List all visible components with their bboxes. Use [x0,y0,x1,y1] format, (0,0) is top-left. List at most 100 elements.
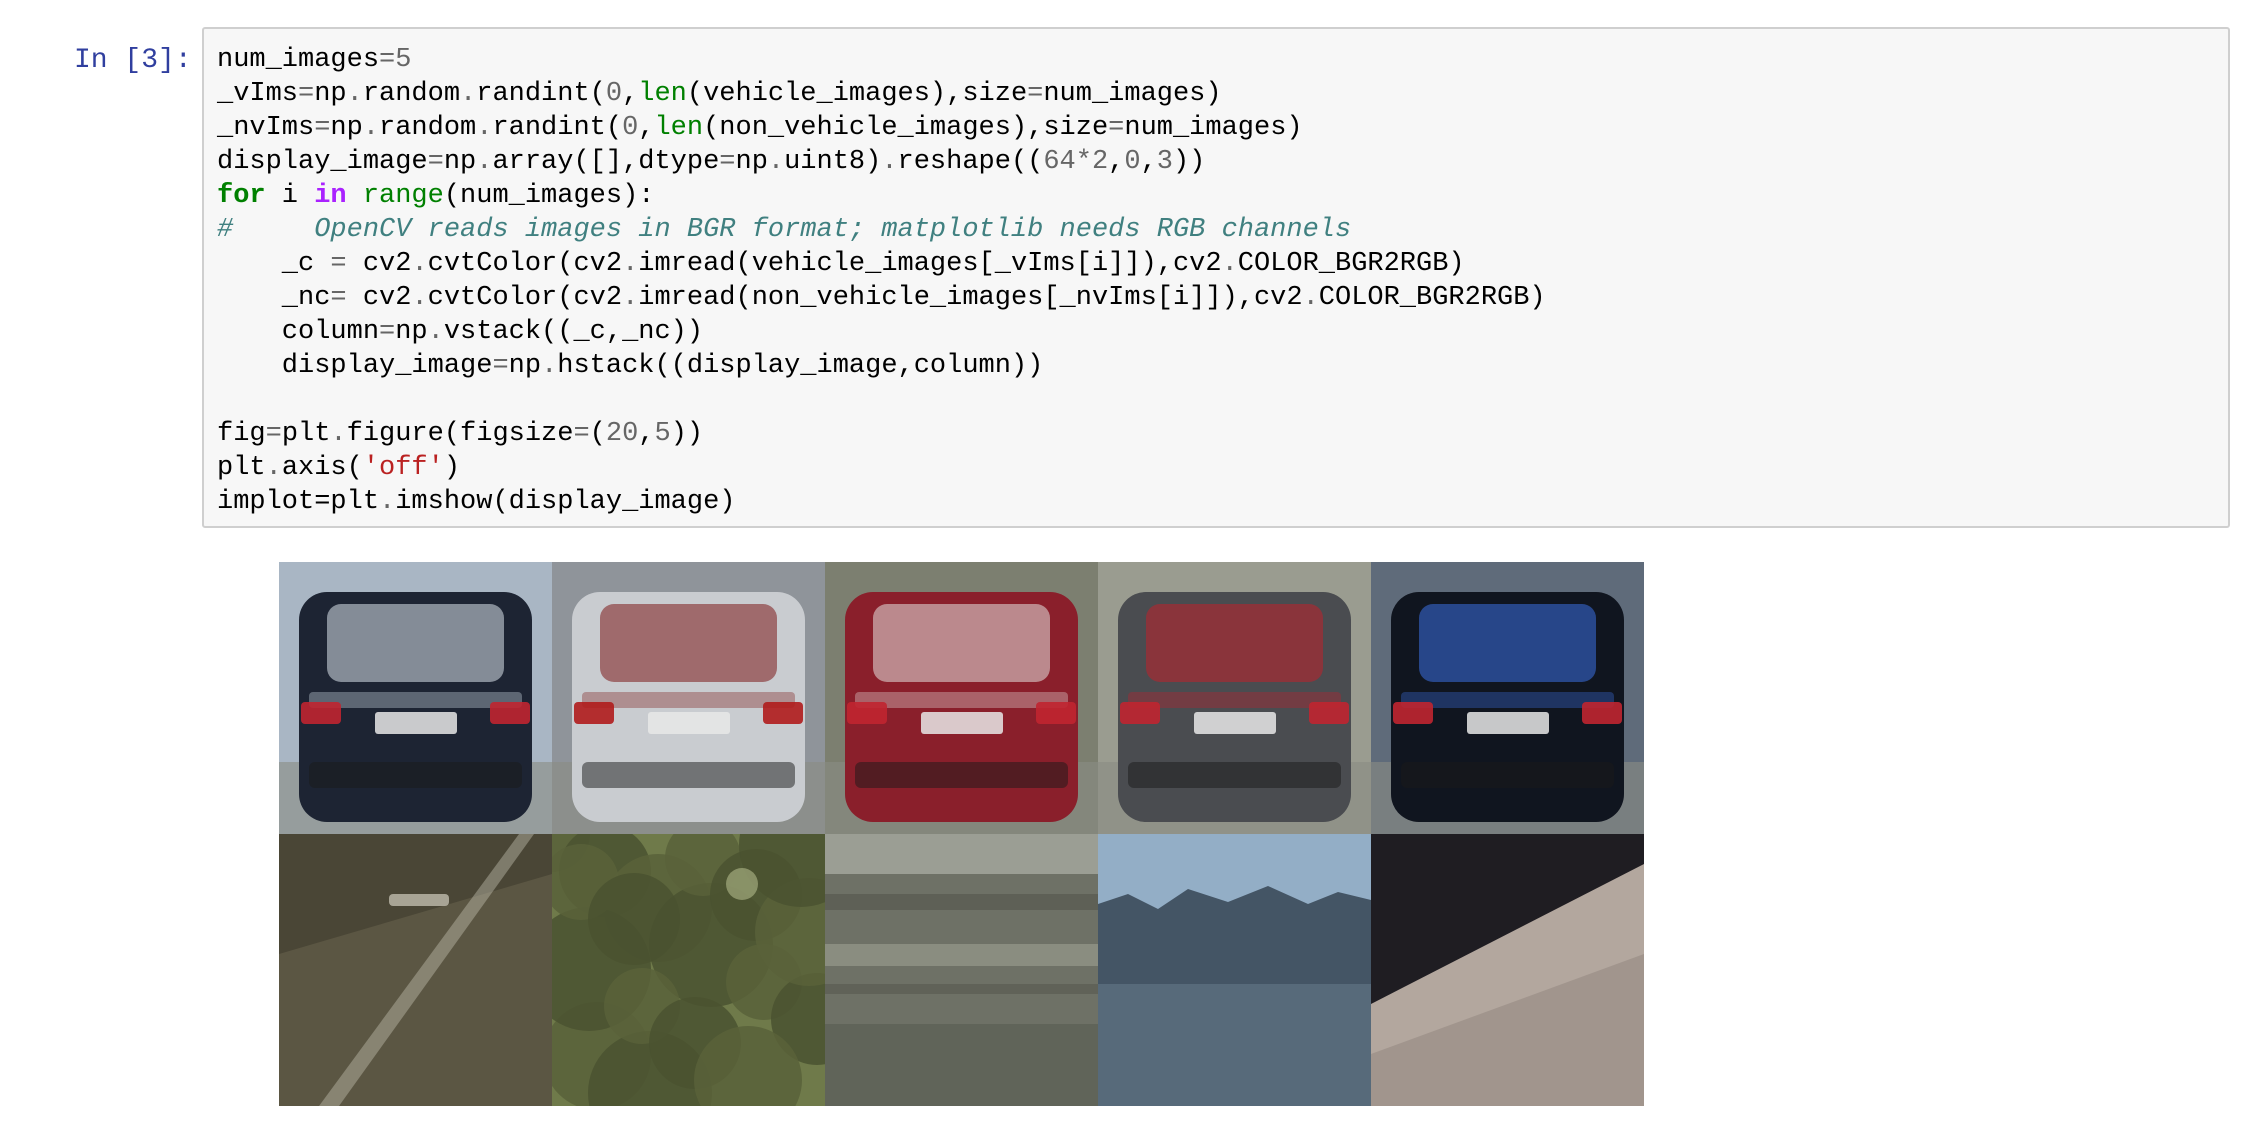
code-token: COLOR_BGR2RGB) [1237,249,1465,279]
code-token: fig [217,419,266,449]
code-token: = [1027,79,1044,109]
code-token: in [314,181,347,211]
code-token: 0 [622,113,639,143]
code-token: . [622,283,639,313]
code-token: = [427,147,444,177]
code-token: . [265,453,282,483]
code-token: , [638,113,655,143]
code-token: )) [670,419,704,449]
code-token: = [314,487,331,517]
code-token: np [508,351,542,381]
vehicle-tile-1 [279,562,552,834]
code-token: reshape(( [897,147,1044,177]
code-token: 5 [654,419,671,449]
code-token: * [1075,147,1092,177]
code-token: np [395,317,428,347]
code-token: . [427,317,444,347]
code-token: cvtColor(cv2 [427,249,623,279]
code-token: num_images) [1043,79,1222,109]
code-token: axis( [281,453,363,483]
non-vehicle-tile-5 [1371,834,1644,1106]
code-token: (non_vehicle_images),size [703,113,1109,143]
code-token: ( [589,419,606,449]
code-token: = [314,113,331,143]
code-token: cv2 [346,249,412,279]
code-token: 0 [1124,147,1141,177]
code-editor[interactable]: num_images=5 _vIms=np.random.randint(0,le… [217,43,1546,519]
image-grid [279,562,1644,1106]
code-token: . [330,419,347,449]
non-vehicle-tile-2 [552,834,825,1106]
code-token: = [573,419,590,449]
code-token: . [476,113,493,143]
code-token: 3 [1156,147,1173,177]
code-token: 2 [1091,147,1109,177]
vehicle-tile-4 [1098,562,1371,834]
code-line: column=np.vstack((_c,_nc)) [217,315,1546,349]
input-prompt: In [3]: [74,45,192,76]
code-token: random [362,79,461,109]
code-token: )) [1172,147,1206,177]
code-token: len [638,79,687,109]
code-token: . [379,487,396,517]
code-token: . [346,79,363,109]
code-token: _nc [217,283,331,313]
code-token: (vehicle_images),size [686,79,1028,109]
code-token: randint( [476,79,606,109]
code-token: . [767,147,785,177]
code-token: num_images) [1124,113,1303,143]
code-token: 'off' [362,453,444,483]
code-token: , [1108,147,1125,177]
code-token: , [1140,147,1157,177]
code-token: = [330,283,347,313]
code-token: . [622,249,639,279]
code-token: cvtColor(cv2 [427,283,623,313]
code-token: np [314,79,347,109]
code-token: range [362,181,444,211]
code-token: . [1221,249,1238,279]
code-token: , [622,79,639,109]
code-input-area[interactable]: num_images=5 _vIms=np.random.randint(0,le… [202,27,2230,528]
code-token: num_images [217,45,380,75]
non-vehicle-tile-3 [825,834,1098,1106]
code-token: = [330,249,347,279]
code-token: = [265,419,282,449]
vehicle-tile-2 [552,562,825,834]
non-vehicle-tile-4 [1098,834,1371,1106]
code-token: len [654,113,704,143]
code-line: display_image=np.hstack((display_image,c… [217,349,1546,383]
code-token: plt [217,453,266,483]
code-token: for [217,181,266,211]
code-token: plt [330,487,380,517]
code-token: display_image [217,147,428,177]
code-token: = [379,317,396,347]
code-token: _vIms [217,79,299,109]
code-token: vstack((_c,_nc)) [443,317,704,347]
code-token: np [735,147,768,177]
code-token: figure(figsize [346,419,574,449]
code-token: . [411,249,428,279]
code-token: = [1108,113,1125,143]
code-token: (num_images): [443,181,655,211]
code-line: # OpenCV reads images in BGR format; mat… [217,213,1546,247]
code-token: imread(non_vehicle_images[_nvIms[i]]),cv… [638,283,1303,313]
code-line: fig=plt.figure(figsize=(20,5)) [217,417,1546,451]
code-token: # OpenCV reads images in BGR format; mat… [217,215,1352,245]
code-token: _c [217,249,331,279]
output-area [279,562,1644,1106]
code-token: randint( [492,113,623,143]
code-token: i [265,181,315,211]
code-token: = [492,351,509,381]
vehicle-tile-5 [1371,562,1644,834]
code-line: _c = cv2.cvtColor(cv2.imread(vehicle_ima… [217,247,1546,281]
code-token: 0 [605,79,623,109]
code-token: imread(vehicle_images[_vIms[i]]),cv2 [638,249,1222,279]
code-token: hstack((display_image,column)) [557,351,1044,381]
code-line: plt.axis('off') [217,451,1546,485]
non-vehicle-tile-1 [279,834,552,1106]
code-token: np [443,147,477,177]
notebook-cell[interactable]: In [3]: num_images=5 _vIms=np.random.rand… [0,0,2241,1148]
vehicle-tile-3 [825,562,1098,834]
